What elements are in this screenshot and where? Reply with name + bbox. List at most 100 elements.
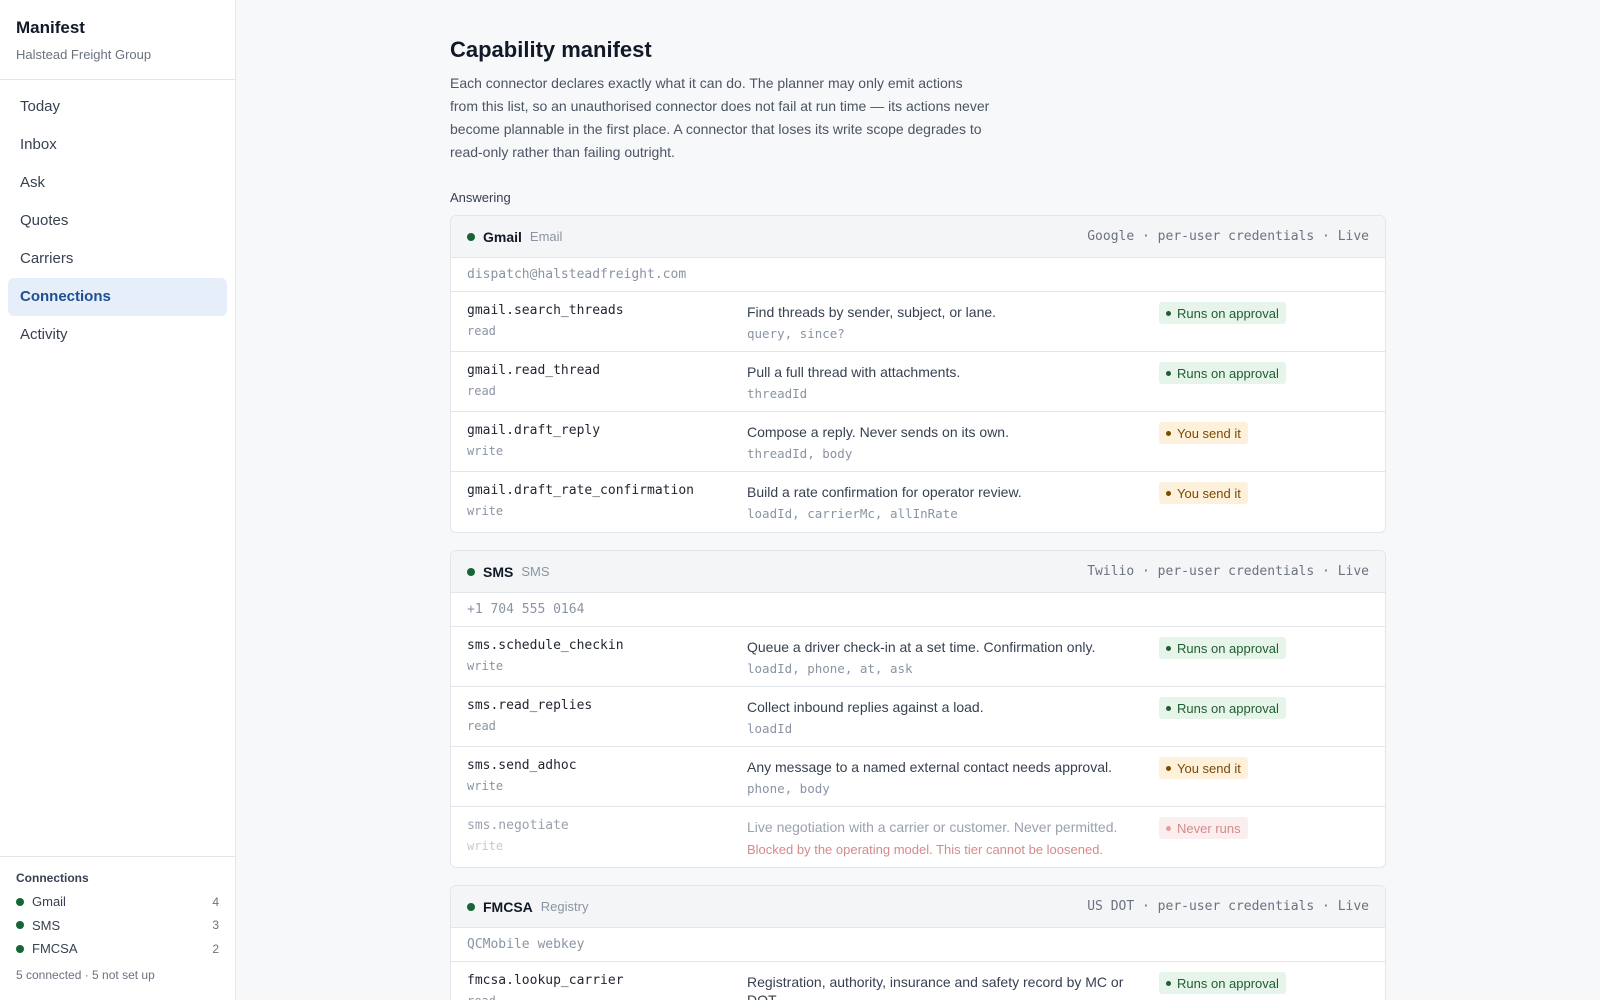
- approval-badge: You send it: [1159, 482, 1248, 504]
- badge-label: Runs on approval: [1177, 975, 1279, 991]
- approval-badge: You send it: [1159, 422, 1248, 444]
- badge-dot-icon: [1166, 980, 1171, 986]
- connector-kind: Registry: [540, 899, 589, 914]
- sidebar-connection-gmail[interactable]: Gmail 4: [16, 890, 219, 914]
- status-dot-icon: [467, 567, 475, 576]
- badge-dot-icon: [1166, 310, 1171, 316]
- status-dot-icon: [16, 921, 24, 930]
- badge-dot-icon: [1166, 825, 1171, 831]
- connector-header: SMS SMS Twilio · per-user credentials · …: [451, 551, 1385, 593]
- org-name: Halstead Freight Group: [16, 47, 152, 62]
- action-row: gmail.read_thread read Pull a full threa…: [451, 352, 1385, 412]
- badge-label: You send it: [1177, 485, 1241, 501]
- sidebar-item-inbox[interactable]: Inbox: [8, 126, 227, 164]
- sidebar-item-activity[interactable]: Activity: [8, 316, 227, 354]
- action-description: Any message to a named external contact …: [747, 759, 1112, 775]
- sidebar-connections-summary: Connections Gmail 4 SMS 3 FMCSA 2 5 conn…: [0, 856, 235, 1000]
- page-title: Capability manifest: [450, 37, 652, 62]
- sidebar-item-carriers[interactable]: Carriers: [8, 240, 227, 278]
- connector-name: FMCSA: [483, 898, 533, 915]
- connector-card-fmcsa: FMCSA Registry US DOT · per-user credent…: [450, 885, 1386, 1000]
- page-description: Each connector declares exactly what it …: [450, 75, 990, 160]
- connector-meta: Twilio · per-user credentials · Live: [1087, 564, 1369, 579]
- sidebar-connection-sms[interactable]: SMS 3: [16, 914, 219, 938]
- approval-badge: Never runs: [1159, 817, 1248, 839]
- sidebar-item-connections[interactable]: Connections: [8, 278, 227, 316]
- action-description: Live negotiation with a carrier or custo…: [747, 819, 1118, 835]
- action-description: Collect inbound replies against a load.: [747, 699, 984, 715]
- brand: Manifest Halstead Freight Group: [0, 0, 235, 80]
- connection-count: 3: [212, 918, 219, 933]
- approval-badge: Runs on approval: [1159, 637, 1286, 659]
- action-row: sms.send_adhoc write Any message to a na…: [451, 747, 1385, 807]
- sidebar-item-today[interactable]: Today: [8, 88, 227, 126]
- action-row: sms.read_replies read Collect inbound re…: [451, 687, 1385, 747]
- action-row: gmail.search_threads read Find threads b…: [451, 292, 1385, 352]
- action-description: Pull a full thread with attachments.: [747, 364, 961, 380]
- action-name: fmcsa.lookup_carrier: [467, 973, 624, 988]
- badge-label: Never runs: [1177, 820, 1241, 836]
- action-name: sms.send_adhoc: [467, 758, 577, 773]
- action-name: sms.read_replies: [467, 698, 593, 713]
- badge-dot-icon: [1166, 765, 1171, 771]
- badge-dot-icon: [1166, 645, 1171, 651]
- sidebar-nav: Today Inbox Ask Quotes Carriers Connecti…: [0, 80, 235, 362]
- connector-name: SMS: [483, 563, 514, 580]
- connector-header: Gmail Email Google · per-user credential…: [451, 216, 1385, 258]
- connector-account: dispatch@halsteadfreight.com: [451, 258, 1385, 292]
- action-scope: write: [467, 444, 504, 458]
- connection-count: 2: [212, 941, 219, 956]
- status-dot-icon: [16, 944, 24, 953]
- badge-label: Runs on approval: [1177, 700, 1279, 716]
- action-name: gmail.read_thread: [467, 363, 601, 378]
- badge-label: Runs on approval: [1177, 640, 1279, 656]
- connections-status-summary: 5 connected · 5 not set up: [16, 967, 155, 982]
- action-description: Queue a driver check-in at a set time. C…: [747, 639, 1096, 655]
- approval-badge: Runs on approval: [1159, 972, 1286, 994]
- sidebar-item-ask[interactable]: Ask: [8, 164, 227, 202]
- action-params: loadId, carrierMc, allInRate: [747, 506, 958, 521]
- action-scope: write: [467, 839, 504, 853]
- badge-dot-icon: [1166, 430, 1171, 436]
- main-content: Capability manifest Each connector decla…: [450, 0, 1386, 1000]
- action-row: fmcsa.lookup_carrier read Registration, …: [451, 962, 1385, 1000]
- connector-name: Gmail: [483, 228, 522, 245]
- connector-card-gmail: Gmail Email Google · per-user credential…: [450, 215, 1386, 533]
- connection-name: SMS: [32, 917, 61, 933]
- action-scope: read: [467, 994, 747, 1000]
- sidebar-item-quotes[interactable]: Quotes: [8, 202, 227, 240]
- badge-dot-icon: [1166, 705, 1171, 711]
- status-dot-icon: [467, 902, 475, 911]
- action-scope: write: [467, 659, 504, 673]
- action-scope: write: [467, 779, 504, 793]
- action-row: gmail.draft_reply write Compose a reply.…: [451, 412, 1385, 472]
- action-name: gmail.draft_reply: [467, 423, 601, 438]
- connection-count: 4: [212, 894, 219, 909]
- connection-name: FMCSA: [32, 941, 78, 957]
- connector-account: +1 704 555 0164: [451, 593, 1385, 627]
- action-description: Build a rate confirmation for operator r…: [747, 484, 1022, 500]
- action-scope: read: [467, 719, 496, 733]
- app-title: Manifest: [16, 18, 85, 37]
- action-params: threadId, body: [747, 446, 853, 461]
- badge-label: Runs on approval: [1177, 305, 1279, 321]
- action-scope: write: [467, 504, 504, 518]
- action-row: gmail.draft_rate_confirmation write Buil…: [451, 472, 1385, 532]
- action-scope: read: [467, 384, 496, 398]
- connection-name: Gmail: [32, 894, 66, 910]
- connector-kind: SMS: [521, 564, 550, 579]
- status-dot-icon: [16, 897, 24, 906]
- approval-badge: Runs on approval: [1159, 697, 1286, 719]
- section-label: Answering: [450, 190, 511, 205]
- sidebar-connection-fmcsa[interactable]: FMCSA 2: [16, 937, 219, 961]
- action-params: loadId: [747, 721, 793, 736]
- action-params: query, since?: [747, 326, 845, 341]
- connector-meta: Google · per-user credentials · Live: [1087, 229, 1369, 244]
- approval-badge: You send it: [1159, 757, 1248, 779]
- connector-card-sms: SMS SMS Twilio · per-user credentials · …: [450, 550, 1386, 868]
- action-name: gmail.search_threads: [467, 303, 624, 318]
- action-params: loadId, phone, at, ask: [747, 661, 913, 676]
- approval-badge: Runs on approval: [1159, 362, 1286, 384]
- approval-badge: Runs on approval: [1159, 302, 1286, 324]
- badge-dot-icon: [1166, 490, 1171, 496]
